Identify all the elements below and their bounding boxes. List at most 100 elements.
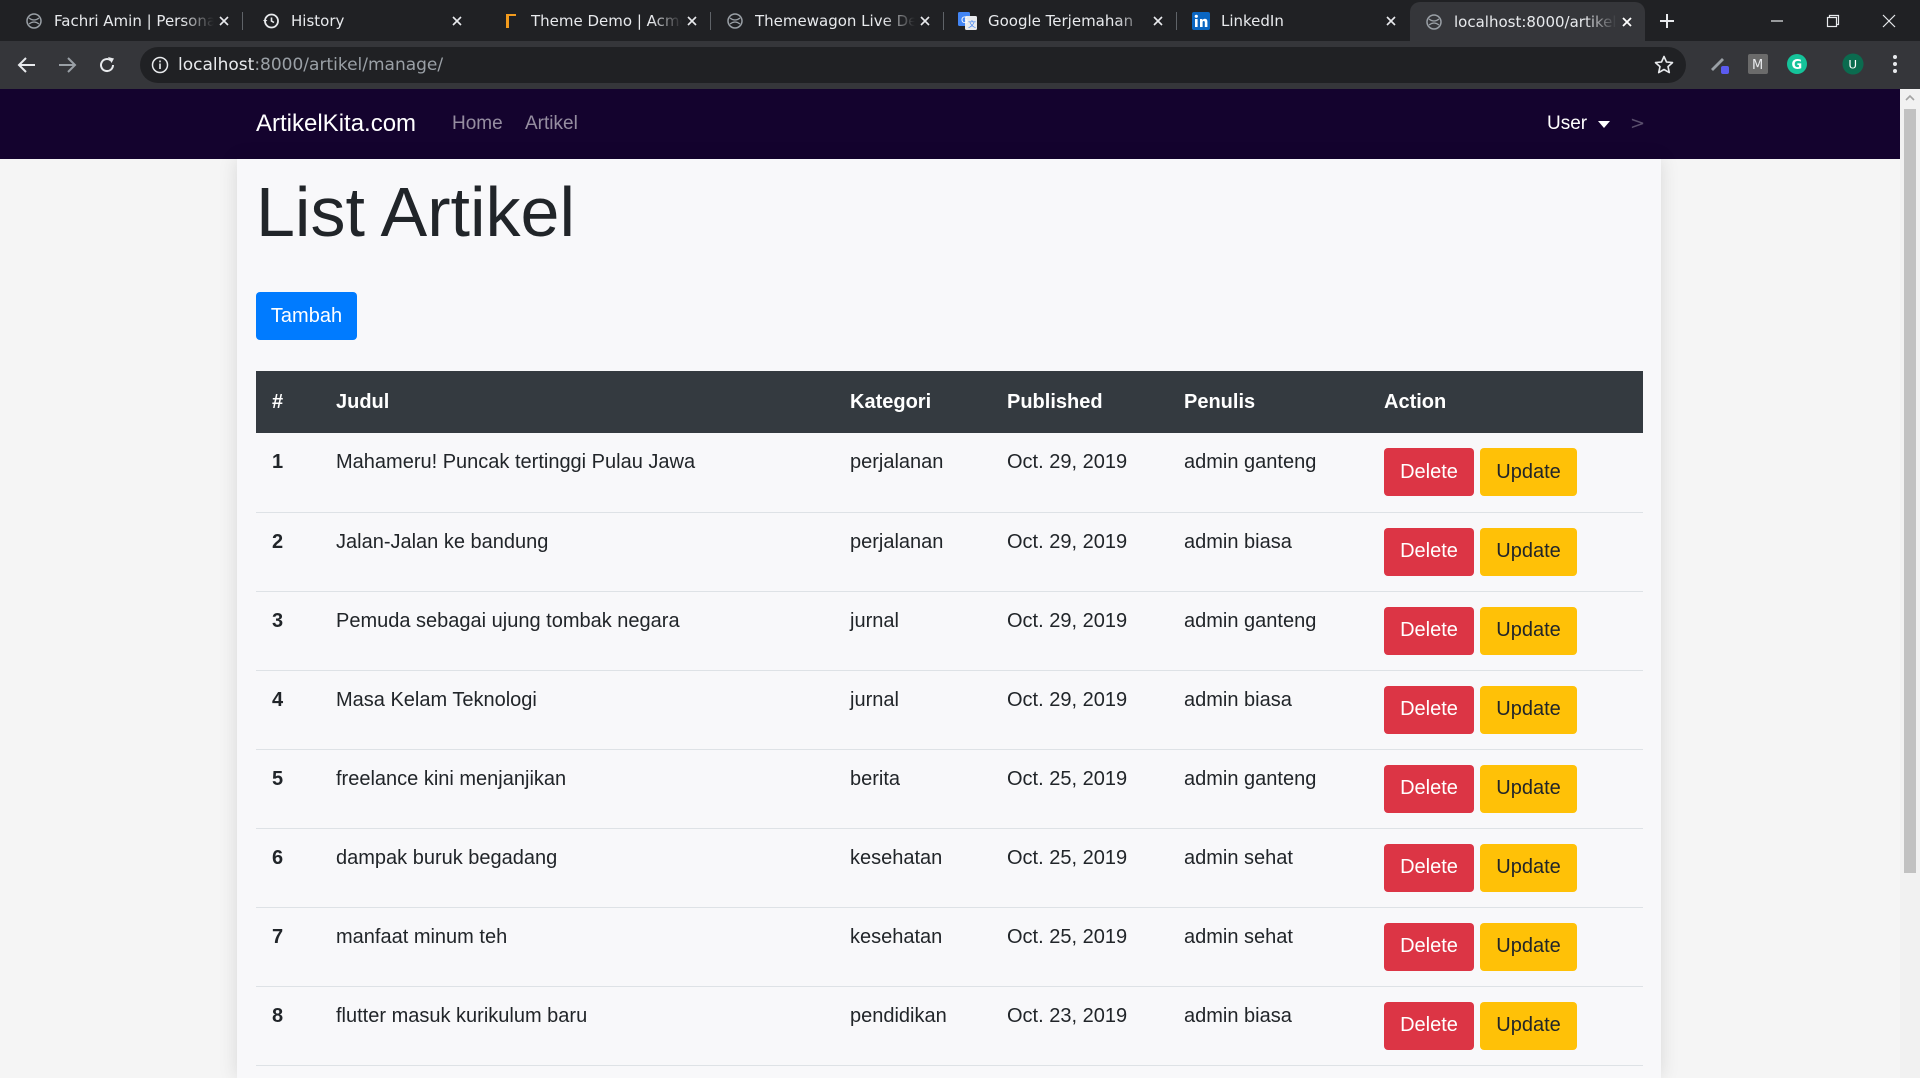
table-row: 7 manfaat minum teh kesehatan Oct. 25, 2…: [256, 907, 1643, 986]
close-icon[interactable]: [1617, 12, 1637, 32]
cell-actions: Delete Update: [1368, 433, 1643, 512]
nav-link-home[interactable]: Home: [452, 113, 503, 135]
update-button[interactable]: Update: [1480, 606, 1577, 655]
update-button[interactable]: Update: [1480, 764, 1577, 813]
cell-penulis: admin biasa: [1184, 1004, 1292, 1027]
scroll-thumb[interactable]: [1904, 109, 1916, 873]
update-button[interactable]: Update: [1480, 922, 1577, 971]
browser-menu-icon[interactable]: [1884, 53, 1906, 75]
delete-button[interactable]: Delete: [1384, 527, 1474, 576]
cell-judul: flutter masuk kurikulum baru: [336, 1004, 588, 1027]
cell-number: 2: [272, 530, 284, 553]
close-icon[interactable]: [447, 11, 467, 31]
delete-button[interactable]: Delete: [1384, 685, 1474, 734]
cell-kategori: jurnal: [850, 609, 899, 632]
m-extension-icon[interactable]: M: [1747, 53, 1769, 75]
google-translate-icon: G文: [958, 11, 978, 31]
tab-localhost[interactable]: localhost:8000/artikel/manage/: [1410, 2, 1645, 41]
acme-logo-icon: [501, 11, 521, 31]
cell-penulis: admin ganteng: [1184, 451, 1317, 473]
scroll-up-arrow-icon[interactable]: [1900, 89, 1920, 107]
linkedin-icon: [1191, 11, 1211, 31]
close-icon[interactable]: [1148, 11, 1168, 31]
page-title: List Artikel: [256, 173, 575, 251]
delete-button[interactable]: Delete: [1384, 606, 1474, 655]
update-button[interactable]: Update: [1480, 448, 1577, 496]
browser-tab-strip: Fachri Amin | Personal Portfolio History…: [0, 0, 1920, 41]
url-text: localhost:8000/artikel/manage/: [178, 47, 443, 83]
tab-themewagon[interactable]: Themewagon Live Demo: [711, 0, 943, 41]
user-dropdown[interactable]: User: [1547, 113, 1611, 135]
cell-published: Oct. 25, 2019: [1007, 846, 1128, 869]
globe-icon: [725, 11, 745, 31]
table-header-row: # Judul Kategori Published Penulis Actio…: [256, 371, 1643, 433]
header-number: #: [272, 390, 284, 413]
close-icon[interactable]: [214, 11, 234, 31]
table-row: 4 Masa Kelam Teknologi jurnal Oct. 29, 2…: [256, 670, 1643, 749]
brand-link[interactable]: ArtikelKita.com: [256, 110, 416, 138]
url-host: localhost: [178, 55, 255, 75]
new-tab-button[interactable]: [1654, 8, 1680, 34]
tab-theme-demo[interactable]: Theme Demo | Acme Themes: [485, 0, 710, 41]
page-scrollbar[interactable]: [1900, 89, 1920, 1078]
back-button[interactable]: [14, 52, 40, 78]
cell-number: 3: [272, 609, 284, 632]
update-button[interactable]: Update: [1480, 843, 1577, 892]
delete-button[interactable]: Delete: [1384, 843, 1474, 892]
tab-title: Fachri Amin | Personal Portfolio: [54, 11, 214, 30]
restore-button[interactable]: [1805, 0, 1861, 41]
header-judul: Judul: [336, 390, 390, 413]
pen-extension-icon[interactable]: [1708, 53, 1730, 75]
cell-kategori: kesehatan: [850, 846, 943, 869]
close-icon[interactable]: [1381, 11, 1401, 31]
tab-fachri-amin[interactable]: Fachri Amin | Personal Portfolio: [0, 0, 242, 41]
cell-published: Oct. 23, 2019: [1007, 1004, 1128, 1027]
update-button[interactable]: Update: [1480, 1001, 1577, 1050]
nav-more-glyph: >: [1630, 113, 1646, 134]
tab-history[interactable]: History: [243, 0, 475, 41]
reload-button[interactable]: [94, 52, 120, 78]
delete-button[interactable]: Delete: [1384, 1001, 1474, 1050]
grammarly-icon[interactable]: G: [1786, 53, 1808, 75]
cell-actions: Delete Update: [1368, 670, 1643, 749]
forward-button[interactable]: [54, 52, 80, 78]
cell-actions: Delete Update: [1368, 986, 1643, 1065]
update-button[interactable]: Update: [1480, 685, 1577, 734]
svg-text:文: 文: [968, 19, 976, 29]
cell-number: 6: [272, 846, 284, 869]
cell-judul: Jalan-Jalan ke bandung: [336, 530, 549, 553]
svg-text:G: G: [1792, 58, 1803, 73]
table-row: 2 Jalan-Jalan ke bandung perjalanan Oct.…: [256, 512, 1643, 591]
close-icon[interactable]: [915, 11, 935, 31]
cell-number: 7: [272, 925, 284, 948]
tab-linkedin[interactable]: LinkedIn: [1177, 0, 1409, 41]
update-button[interactable]: Update: [1480, 527, 1577, 576]
tab-title: Theme Demo | Acme Themes: [531, 11, 682, 30]
add-article-button[interactable]: Tambah: [256, 292, 357, 340]
table-row: 3 Pemuda sebagai ujung tombak negara jur…: [256, 591, 1643, 670]
minimize-button[interactable]: [1749, 0, 1805, 41]
cell-actions: Delete Update: [1368, 749, 1643, 828]
profile-avatar-icon[interactable]: U: [1842, 53, 1864, 75]
cell-number: 4: [272, 688, 284, 711]
cell-kategori: pendidikan: [850, 1004, 947, 1027]
header-penulis: Penulis: [1184, 390, 1256, 413]
cell-number: 5: [272, 767, 284, 790]
globe-icon: [1424, 12, 1444, 32]
cell-penulis: admin sehat: [1184, 846, 1293, 869]
bookmark-star-icon[interactable]: [1654, 55, 1674, 75]
browser-toolbar: localhost:8000/artikel/manage/: [0, 41, 1920, 89]
close-icon[interactable]: [682, 11, 702, 31]
delete-button[interactable]: Delete: [1384, 922, 1474, 971]
nav-link-artikel[interactable]: Artikel: [525, 113, 578, 135]
delete-button[interactable]: Delete: [1384, 448, 1474, 496]
close-window-button[interactable]: [1861, 0, 1917, 41]
svg-text:U: U: [1848, 58, 1857, 72]
address-bar[interactable]: localhost:8000/artikel/manage/: [140, 47, 1686, 83]
cell-judul: Mahameru! Puncak tertinggi Pulau Jawa: [336, 451, 696, 473]
delete-button[interactable]: Delete: [1384, 764, 1474, 813]
info-icon[interactable]: [150, 55, 170, 75]
tab-google-translate[interactable]: G文 Google Terjemahan: [944, 0, 1176, 41]
cell-actions: Delete Update: [1368, 907, 1643, 986]
header-action: Action: [1384, 390, 1447, 413]
